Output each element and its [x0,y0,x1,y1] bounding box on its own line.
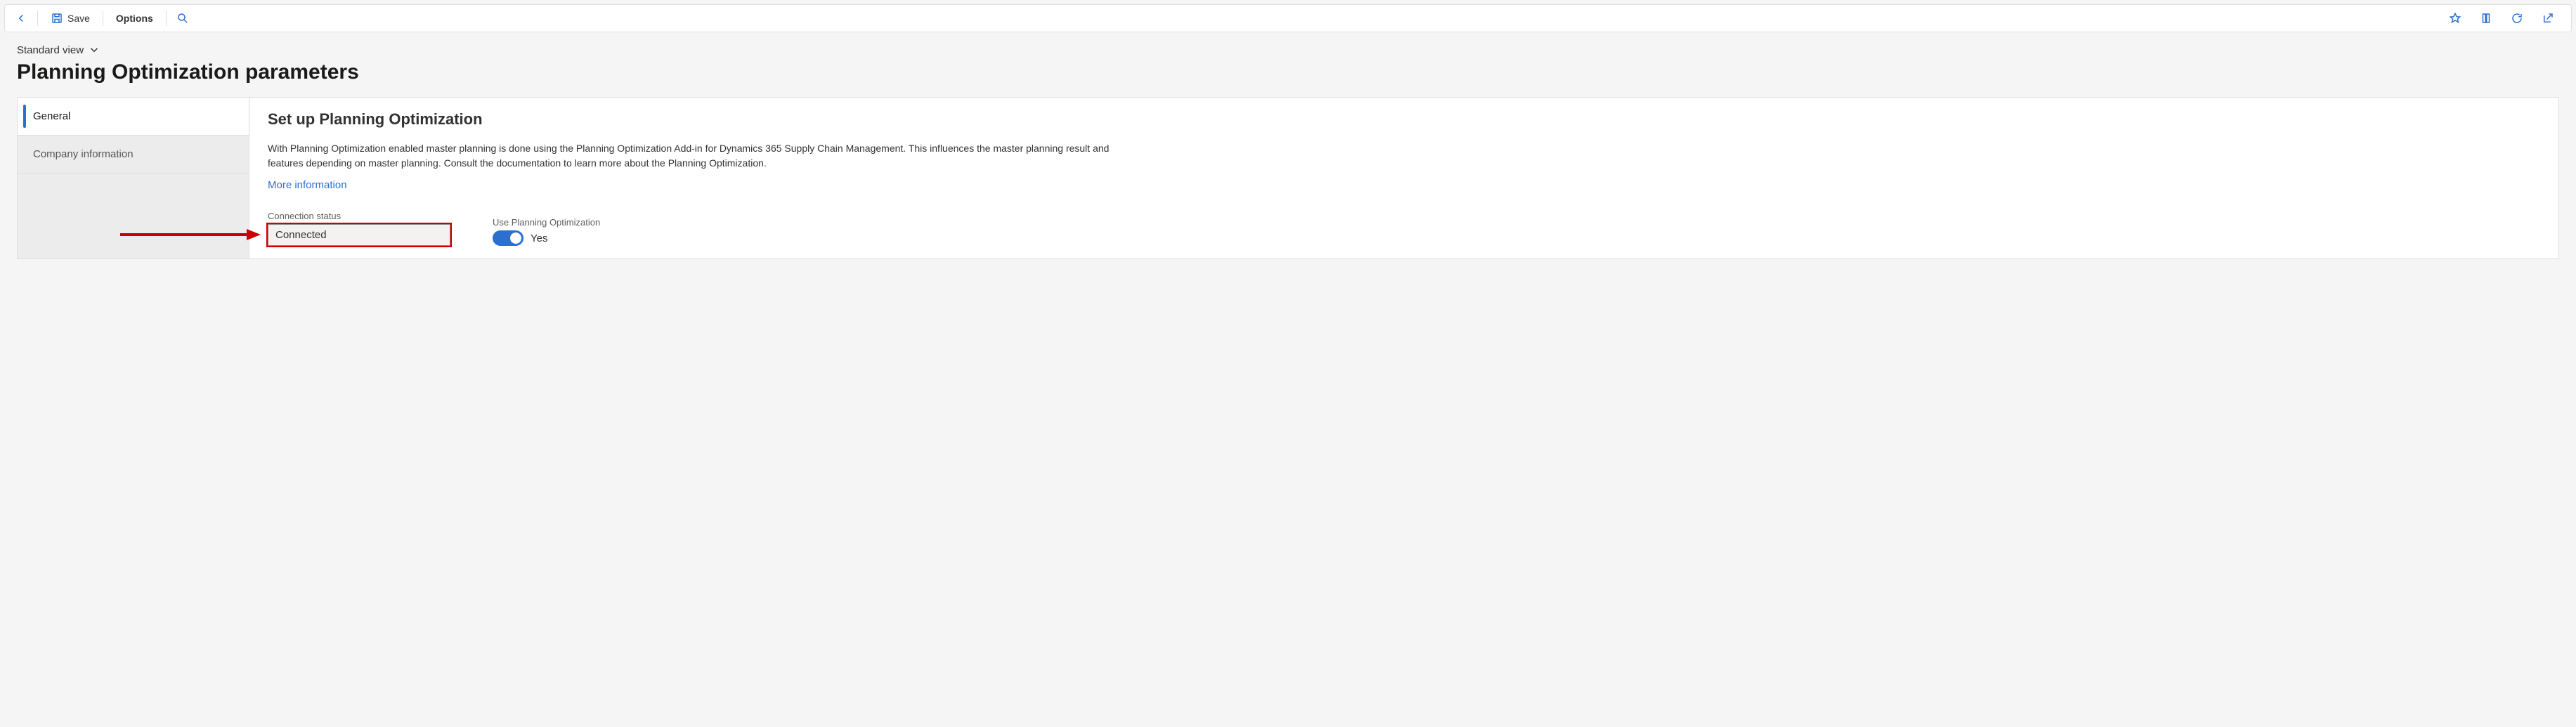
connection-status-input[interactable] [268,224,450,246]
connection-status-label: Connection status [268,211,450,221]
search-button[interactable] [174,9,192,27]
book-icon [2480,12,2492,25]
command-bar: Save Options [4,4,2572,32]
options-button[interactable]: Options [110,10,159,27]
connection-status-field: Connection status [268,211,450,246]
refresh-icon [2511,12,2523,25]
divider [166,11,167,26]
popout-button[interactable] [2539,9,2557,27]
save-icon [51,12,63,25]
use-po-value: Yes [531,232,547,244]
page-header: Standard view Planning Optimization para… [0,37,2576,97]
view-selector[interactable]: Standard view [17,44,100,56]
annotation-arrow [120,225,261,247]
divider [37,11,38,26]
arrow-left-icon [15,12,27,25]
chevron-down-icon [88,44,100,56]
content: General Company information Set up Plann… [0,97,2576,276]
save-label: Save [67,13,90,24]
toolbar-left: Save Options [12,9,2440,27]
back-button[interactable] [12,9,30,27]
fields-row: Connection status Use Planning Optimizat… [268,211,2540,246]
section-title: Set up Planning Optimization [268,110,2540,129]
copilot-button[interactable] [2446,9,2464,27]
use-po-label: Use Planning Optimization [493,217,600,228]
copilot-icon [2449,12,2461,25]
section-description: With Planning Optimization enabled maste… [268,141,1111,171]
view-label-text: Standard view [17,44,84,56]
main-panel: Set up Planning Optimization With Planni… [249,97,2559,259]
refresh-button[interactable] [2508,9,2526,27]
tab-label: General [33,110,70,122]
save-button[interactable]: Save [45,9,96,27]
use-po-toggle[interactable] [493,230,523,246]
tab-general[interactable]: General [18,98,249,136]
attachments-button[interactable] [2477,9,2495,27]
search-icon [176,12,189,25]
options-label: Options [116,13,153,24]
popout-icon [2542,12,2554,25]
more-information-link[interactable]: More information [268,179,347,191]
page-title: Planning Optimization parameters [17,60,2559,84]
tab-label: Company information [33,148,134,160]
toolbar-right [2446,9,2564,27]
use-planning-optimization-field: Use Planning Optimization Yes [493,217,600,246]
tab-company-information[interactable]: Company information [18,136,249,173]
use-po-toggle-wrap: Yes [493,230,600,246]
